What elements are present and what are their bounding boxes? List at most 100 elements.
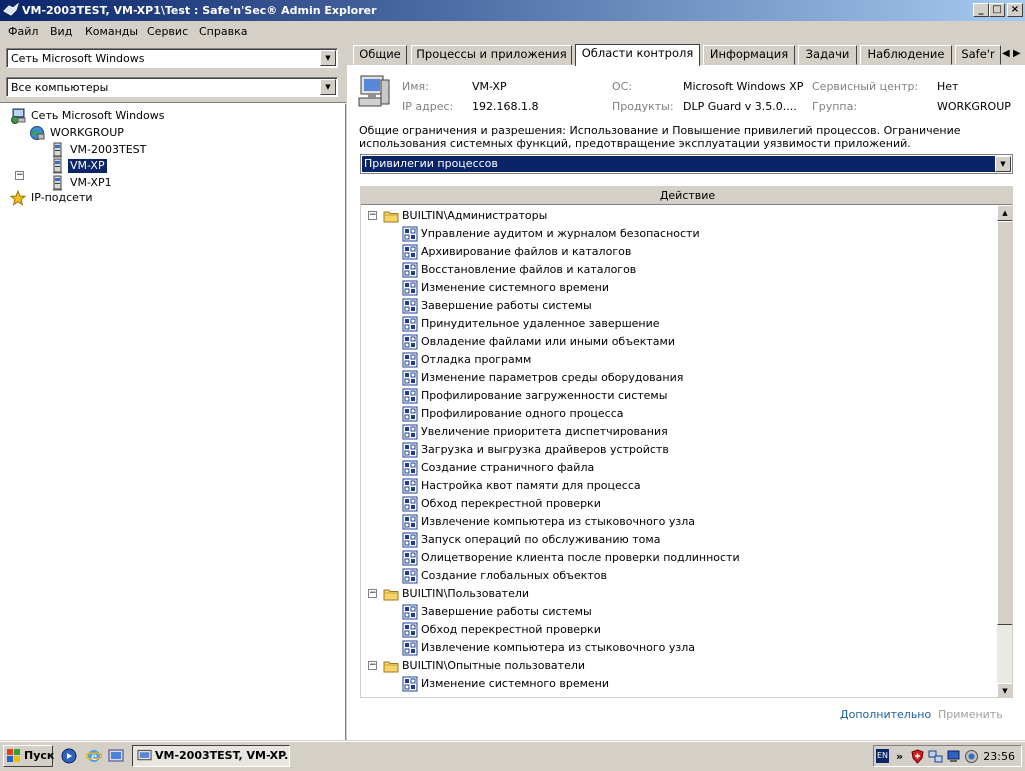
group-label: Группа: xyxy=(812,100,858,113)
workgroup-icon xyxy=(30,126,45,140)
privilege-icon xyxy=(402,460,418,476)
privilege-icon xyxy=(402,388,418,404)
group-label: BUILTIN\Администраторы xyxy=(402,209,548,222)
group-value: WORKGROUP xyxy=(937,100,1011,113)
privilege-label: Увеличение приоритета диспетчирования xyxy=(421,425,668,438)
privilege-label: Создание страничного файла xyxy=(421,461,595,474)
network-status-icon[interactable] xyxy=(928,749,943,764)
scroll-thumb[interactable] xyxy=(997,221,1012,625)
products-value: DLP Guard v 3.5.0.... xyxy=(683,100,797,113)
collapse-icon[interactable]: − xyxy=(15,171,24,180)
taskbar-app-button[interactable]: VM-2003TEST, VM-XP... xyxy=(132,745,290,767)
taskbar: Пуск e VM-2003TEST, VM-XP... EN » 23:56 xyxy=(0,741,1025,771)
tree-node-label: IP-подсети xyxy=(31,191,93,204)
tab-tasks[interactable]: Задачи xyxy=(798,45,857,65)
network-combo-value: Сеть Microsoft Windows xyxy=(11,52,145,65)
privilege-icon xyxy=(402,514,418,530)
privilege-label: Обход перекрестной проверки xyxy=(421,497,601,510)
security-center-icon[interactable] xyxy=(964,749,979,764)
chevron-down-icon[interactable]: ▼ xyxy=(320,79,336,95)
internet-explorer-icon[interactable]: e xyxy=(86,748,102,764)
close-button[interactable]: × xyxy=(1007,3,1023,17)
privilege-label: Обход перекрестной проверки xyxy=(421,623,601,636)
privilege-icon xyxy=(402,640,418,656)
computer-icon xyxy=(53,142,62,158)
privilege-label: Овладение файлами или иными объектами xyxy=(421,335,675,348)
windows-logo-icon xyxy=(7,749,20,762)
filter-combo[interactable]: Все компьютеры ▼ xyxy=(6,77,338,97)
privilege-icon xyxy=(402,298,418,314)
privilege-icon xyxy=(402,478,418,494)
group-label: BUILTIN\Опытные пользователи xyxy=(402,659,586,672)
name-value: VM-XP xyxy=(472,80,507,93)
computer-icon xyxy=(53,175,62,191)
collapse-icon[interactable]: − xyxy=(368,589,377,598)
os-label: ОС: xyxy=(612,80,633,93)
privilege-label: Загрузка и выгрузка драйверов устройств xyxy=(421,443,669,456)
show-desktop-icon[interactable] xyxy=(108,748,124,764)
tray-expand-icon[interactable]: » xyxy=(896,750,903,763)
computer-status-icon[interactable] xyxy=(946,749,961,764)
scroll-up-icon[interactable]: ▲ xyxy=(997,205,1012,221)
apply-button[interactable]: Применить xyxy=(938,708,1003,721)
products-label: Продукты: xyxy=(612,100,674,113)
privilege-label: Архивирование файлов и каталогов xyxy=(421,245,632,258)
collapse-icon[interactable]: − xyxy=(368,211,377,220)
chevron-down-icon[interactable]: ▼ xyxy=(320,50,336,66)
privilege-label: Извлечение компьютера из стыковочного уз… xyxy=(421,641,696,654)
group-label: BUILTIN\Пользователи xyxy=(402,587,530,600)
computer-large-icon xyxy=(358,75,390,107)
privilege-label: Извлечение компьютера из стыковочного уз… xyxy=(421,515,696,528)
privilege-icon xyxy=(402,280,418,296)
media-player-icon[interactable] xyxy=(61,748,77,764)
menu-view[interactable]: Вид xyxy=(50,25,72,38)
filter-combo-value: Все компьютеры xyxy=(11,81,109,94)
privilege-label: Изменение системного времени xyxy=(421,281,609,294)
privilege-label: Профилирование одного процесса xyxy=(421,407,624,420)
privilege-icon xyxy=(402,676,418,692)
menu-service[interactable]: Сервис xyxy=(147,25,188,38)
menu-file[interactable]: Файл xyxy=(8,25,38,38)
action-table: Действие − BUILTIN\Администраторы Управлен… xyxy=(360,186,1013,698)
menu-bar: Файл Вид Команды Сервис Справка xyxy=(0,22,1025,42)
tab-monitoring[interactable]: Наблюдение xyxy=(860,45,952,65)
tab-scroll-left-icon[interactable]: ◀ xyxy=(1002,48,1010,59)
privilege-label: Принудительное удаленное завершение xyxy=(421,317,660,330)
tab-safer[interactable]: Safe'r xyxy=(955,45,1001,65)
shield-icon[interactable] xyxy=(910,749,925,764)
vertical-scrollbar[interactable]: ▲ ▼ xyxy=(997,205,1012,697)
privilege-icon xyxy=(402,334,418,350)
tab-general[interactable]: Общие xyxy=(353,45,407,65)
privilege-icon xyxy=(402,262,418,278)
tab-control-areas[interactable]: Области контроля xyxy=(575,44,700,66)
privilege-label: Создание глобальных объектов xyxy=(421,569,607,582)
column-header-action[interactable]: Действие xyxy=(361,187,1012,205)
privilege-icon xyxy=(402,532,418,548)
tab-processes[interactable]: Процессы и приложения xyxy=(411,45,572,65)
tree-node-label: WORKGROUP xyxy=(50,126,124,139)
scroll-down-icon[interactable]: ▼ xyxy=(997,683,1012,697)
network-combo[interactable]: Сеть Microsoft Windows ▼ xyxy=(6,48,338,68)
maximize-button[interactable]: □ xyxy=(989,3,1005,17)
chevron-down-icon[interactable]: ▼ xyxy=(995,156,1011,172)
collapse-icon[interactable]: − xyxy=(368,661,377,670)
more-link[interactable]: Дополнительно xyxy=(840,708,931,721)
clock: 23:56 xyxy=(983,750,1015,763)
privilege-icon xyxy=(402,604,418,620)
os-value: Microsoft Windows XP xyxy=(683,80,804,93)
title-bar[interactable]: VM-2003TEST, VM-XP1\Test : Safe'n'Sec® A… xyxy=(0,0,1025,21)
minimize-button[interactable]: _ xyxy=(973,3,989,17)
privilege-select[interactable]: Привилегии процессов ▼ xyxy=(360,154,1013,174)
language-indicator[interactable]: EN xyxy=(876,749,889,763)
privilege-label: Профилирование загруженности системы xyxy=(421,389,668,402)
right-pane: Общие Процессы и приложения Области конт… xyxy=(347,42,1025,740)
tab-scroll-right-icon[interactable]: ▶ xyxy=(1013,48,1021,59)
tab-information[interactable]: Информация xyxy=(703,45,795,65)
folder-icon xyxy=(383,211,399,223)
menu-commands[interactable]: Команды xyxy=(85,25,138,38)
start-button[interactable]: Пуск xyxy=(3,745,55,767)
start-label: Пуск xyxy=(24,749,55,762)
svg-text:e: e xyxy=(91,752,97,763)
ip-label: IP адрес: xyxy=(402,100,454,113)
menu-help[interactable]: Справка xyxy=(199,25,247,38)
